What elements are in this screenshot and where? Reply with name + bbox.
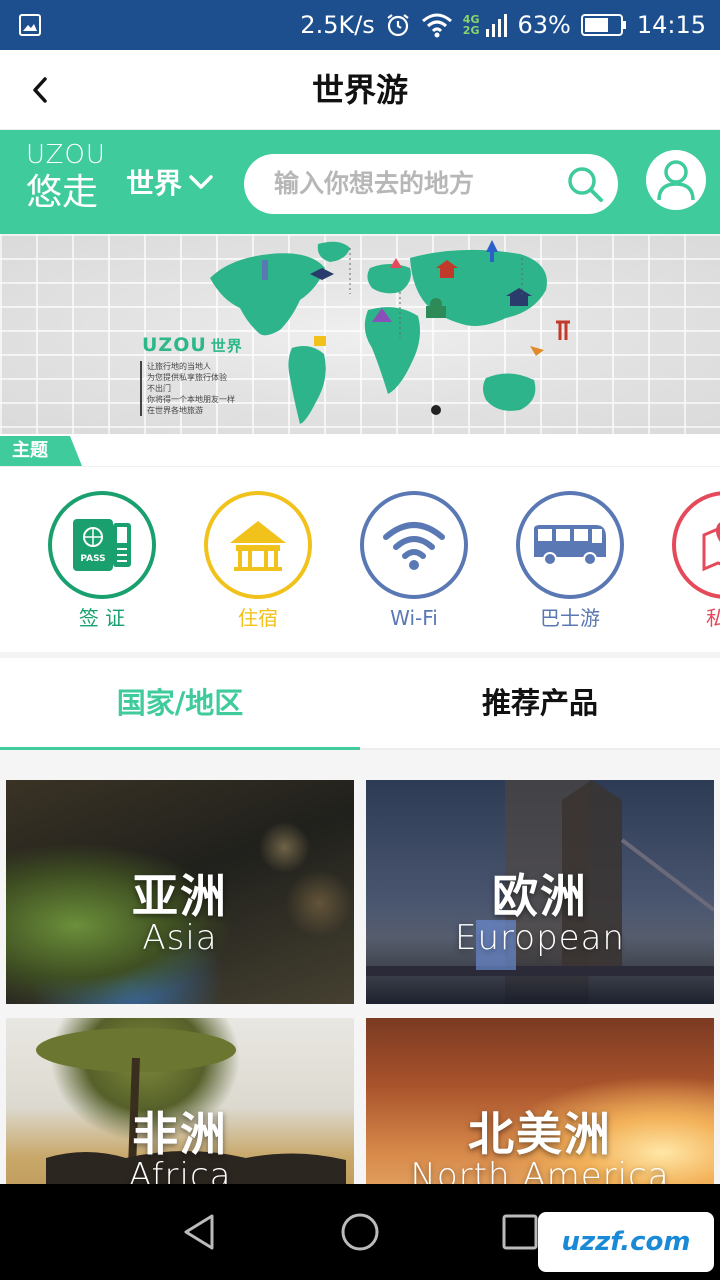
theme-item-lodging[interactable]: 住宿: [203, 491, 313, 631]
clock: 14:15: [636, 11, 706, 39]
signal-icon: [486, 14, 508, 37]
site-watermark: uzzf.com: [538, 1212, 714, 1272]
theme-label: Wi-Fi: [390, 606, 438, 630]
chevron-down-icon: [189, 175, 213, 189]
theme-label: 住宿: [238, 606, 278, 630]
bus-icon: [534, 525, 606, 566]
theme-item-private[interactable]: 私人: [671, 491, 720, 631]
theme-section-tag: 主题: [0, 436, 82, 466]
search-header: UZOU 悠走 世界 输入你想去的地方: [0, 130, 720, 234]
battery-percent: 63%: [517, 11, 571, 39]
world-map-banner[interactable]: UZOU 世界 让旅行地的当地人 为您提供私享旅行体验 不出门 你将得一个本地朋友…: [0, 234, 720, 434]
search-placeholder: 输入你想去的地方: [274, 169, 475, 198]
region-card-europe[interactable]: 欧洲 European: [366, 780, 714, 1004]
region-card-asia[interactable]: 亚洲 Asia: [6, 780, 354, 1004]
recents-nav-icon[interactable]: [498, 1210, 542, 1254]
region-name-en: European: [455, 918, 625, 958]
hut-icon: [230, 521, 286, 571]
map-pin-icon: [702, 522, 720, 572]
theme-item-wifi[interactable]: Wi-Fi: [359, 491, 469, 631]
region-name-cn: 北美洲: [468, 1107, 612, 1161]
region-name-cn: 欧洲: [492, 869, 588, 923]
world-map-illustration: [210, 240, 570, 424]
region-name-en: Asia: [142, 918, 218, 958]
back-nav-icon[interactable]: [178, 1210, 222, 1254]
alarm-icon: [387, 14, 409, 37]
region-name-cn: 亚洲: [132, 869, 228, 923]
page-title: 世界游: [311, 71, 408, 109]
status-bar: 2.5K/s 4G 2G 63% 14:15: [0, 0, 720, 50]
theme-list: PASS 签 证 住宿 Wi-Fi 巴士游 私: [0, 466, 720, 652]
tab-recommended-products[interactable]: 推荐产品: [360, 658, 720, 750]
search-icon[interactable]: [566, 165, 604, 203]
logo[interactable]: UZOU 悠走: [26, 140, 112, 224]
region-selector[interactable]: 世界: [126, 160, 214, 204]
passport-icon: PASS: [73, 519, 131, 571]
region-name-cn: 非洲: [132, 1107, 228, 1161]
user-avatar-button[interactable]: [646, 150, 706, 210]
theme-label: 签 证: [78, 606, 126, 630]
region-label: 世界: [126, 167, 183, 200]
theme-label: 私人: [706, 606, 720, 630]
wifi-status-icon: [421, 13, 452, 38]
wifi-icon: [383, 522, 445, 570]
gallery-icon: [19, 14, 41, 36]
network-speed: 2.5K/s: [300, 11, 375, 39]
theme-item-visa[interactable]: PASS 签 证: [47, 491, 157, 631]
title-bar: 世界游: [0, 50, 720, 130]
search-input[interactable]: 输入你想去的地方: [244, 154, 618, 214]
battery-icon: [580, 14, 626, 36]
network-type: 4G 2G: [462, 13, 480, 37]
theme-item-bus-tour[interactable]: 巴士游: [515, 491, 625, 631]
banner-brand: UZOU 世界: [142, 334, 243, 356]
tab-bar: 国家/地区 推荐产品: [0, 658, 720, 752]
banner-description: 让旅行地的当地人 为您提供私享旅行体验 不出门 你将得一个本地朋友一样 在世界各…: [140, 361, 250, 416]
tab-countries-regions[interactable]: 国家/地区: [0, 658, 360, 752]
svg-text:PASS: PASS: [80, 554, 105, 564]
home-nav-icon[interactable]: [338, 1210, 382, 1254]
theme-label: 巴士游: [540, 606, 600, 630]
user-icon: [657, 160, 695, 201]
